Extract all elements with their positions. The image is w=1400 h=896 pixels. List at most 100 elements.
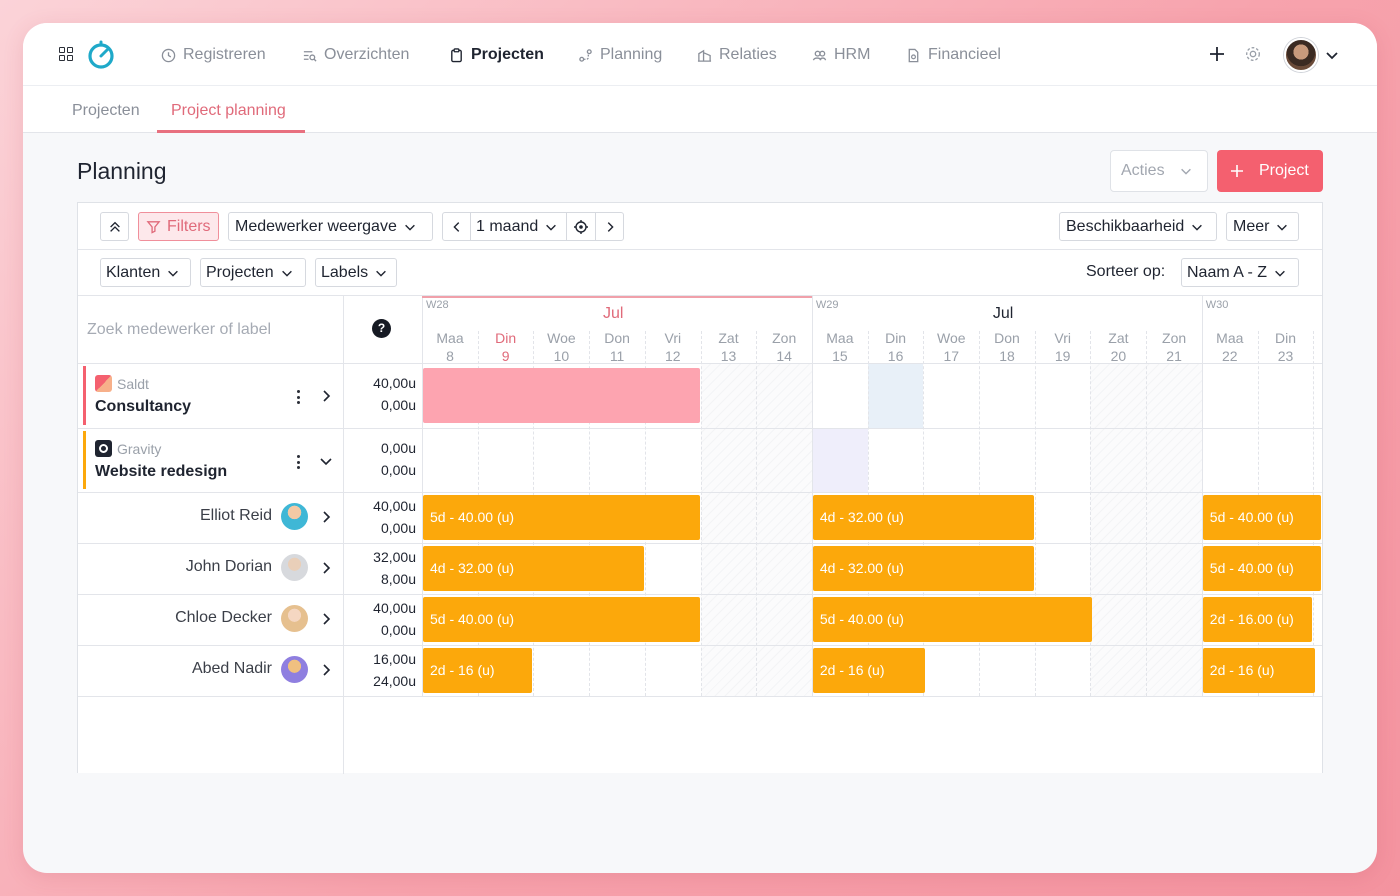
header-divider: [78, 363, 1322, 364]
klanten-filter[interactable]: Klanten: [100, 258, 191, 287]
view-select[interactable]: Medewerker weergave: [228, 212, 433, 241]
allocation-block[interactable]: 2d - 16 (u): [812, 648, 926, 693]
day-header: Don 11: [589, 329, 645, 365]
day-header: Woe 17: [923, 329, 979, 365]
projecten-label: Projecten: [206, 263, 274, 281]
nav-relaties[interactable]: Relaties: [697, 44, 777, 66]
day-header: Zon 14: [756, 329, 812, 365]
allocation-block[interactable]: 5d - 40.00 (u): [1202, 546, 1321, 591]
chevron-down-icon: [546, 224, 557, 231]
chevron-down-icon[interactable]: [318, 453, 334, 469]
sort-select[interactable]: Naam A - Z: [1181, 258, 1299, 287]
top-navigation: Registreren Overzichten Projecten Planni…: [23, 23, 1377, 86]
apps-grid-icon[interactable]: [59, 47, 74, 62]
allocation-block[interactable]: 2d - 16 (u): [1202, 648, 1315, 693]
view-select-value: Medewerker weergave: [235, 217, 397, 235]
nav-overzichten[interactable]: Overzichten: [302, 44, 409, 66]
today-button[interactable]: [567, 213, 596, 240]
allocation-block[interactable]: 5d - 40.00 (u): [423, 495, 700, 540]
project-timeline-block[interactable]: [423, 368, 700, 423]
project-name[interactable]: Website redesign: [95, 463, 227, 481]
allocation-block[interactable]: 5d - 40.00 (u): [423, 597, 700, 642]
more-options-icon[interactable]: [297, 390, 301, 407]
more-label: Meer: [1233, 217, 1270, 235]
day-header: Din 23: [1258, 329, 1314, 365]
availability-select[interactable]: Beschikbaarheid: [1059, 212, 1217, 241]
day-header: Maa 8: [422, 329, 478, 365]
add-project-label: Project: [1259, 162, 1309, 179]
nav-hrm[interactable]: HRM: [812, 44, 870, 66]
employee-name[interactable]: Chloe Decker: [92, 609, 272, 627]
allocation-block[interactable]: 2d - 16 (u): [423, 648, 533, 693]
add-project-button[interactable]: Project: [1217, 150, 1323, 192]
day-header: Din 16: [868, 329, 924, 365]
add-icon[interactable]: [1207, 44, 1227, 64]
chevron-right-icon[interactable]: [318, 388, 334, 404]
search-employee-input[interactable]: Zoek medewerker of label: [87, 321, 271, 339]
hours-planned: 32,00u: [373, 549, 416, 565]
hours-available: 24,00u: [373, 673, 416, 689]
allocation-block[interactable]: 4d - 32.00 (u): [812, 546, 1034, 591]
acties-dropdown[interactable]: Acties: [1110, 150, 1208, 192]
month-label: Jul: [602, 305, 624, 322]
month-label: Jul: [992, 305, 1014, 322]
chevron-down-icon: [168, 270, 179, 277]
klanten-label: Klanten: [106, 263, 161, 281]
week-label: W30: [1205, 299, 1229, 311]
labels-filter[interactable]: Labels: [315, 258, 397, 287]
hours-remaining: 0,00u: [380, 462, 416, 478]
employee-name[interactable]: Elliot Reid: [92, 507, 272, 525]
current-week-indicator: [422, 296, 812, 298]
row-divider: [78, 492, 1322, 493]
more-options-icon[interactable]: [297, 455, 301, 472]
day-header: Don 18: [979, 329, 1035, 365]
employee-name[interactable]: Abed Nadir: [92, 660, 272, 678]
nav-registreren[interactable]: Registreren: [161, 44, 266, 66]
allocation-block[interactable]: 5d - 40.00 (u): [812, 597, 1093, 642]
tab-projecten[interactable]: Projecten: [72, 102, 140, 120]
client-name: Gravity: [117, 441, 162, 457]
day-header: Zat 13: [701, 329, 757, 365]
hours-remaining: 0,00u: [380, 397, 416, 413]
help-icon[interactable]: ?: [372, 319, 391, 338]
more-dropdown[interactable]: Meer: [1226, 212, 1299, 241]
project-name[interactable]: Consultancy: [95, 398, 191, 416]
document-icon: [908, 48, 919, 62]
nav-financieel[interactable]: Financieel: [906, 44, 1001, 66]
nav-label: Relaties: [719, 46, 777, 63]
collapse-button[interactable]: [100, 212, 129, 241]
camera-glyph: [99, 444, 108, 453]
next-period-button[interactable]: [596, 213, 623, 240]
allocation-block[interactable]: 2d - 16.00 (u): [1202, 597, 1313, 642]
chevron-right-icon[interactable]: [318, 611, 334, 627]
nav-planning[interactable]: Planning: [578, 44, 662, 66]
chevron-right-icon[interactable]: [318, 662, 334, 678]
day-name: Don: [994, 330, 1020, 346]
employee-name[interactable]: John Dorian: [92, 558, 272, 576]
chevron-down-icon: [404, 224, 415, 231]
day-name: Maa: [826, 330, 854, 346]
planning-icon: [579, 48, 592, 62]
nav-projecten[interactable]: Projecten: [449, 44, 544, 66]
chevron-down-icon[interactable]: [1324, 47, 1340, 63]
project-accent-bar: [83, 366, 86, 425]
row-divider: [78, 696, 1322, 697]
projecten-filter[interactable]: Projecten: [200, 258, 306, 287]
previous-period-button[interactable]: [443, 213, 471, 240]
chevron-right-icon[interactable]: [318, 509, 334, 525]
gear-icon[interactable]: [1244, 45, 1262, 63]
allocation-block[interactable]: 4d - 32.00 (u): [423, 546, 644, 591]
chevron-down-icon: [376, 270, 387, 277]
user-avatar[interactable]: [1284, 38, 1318, 72]
filters-button[interactable]: Filters: [138, 212, 219, 241]
logo-icon[interactable]: [86, 40, 116, 70]
chevron-right-icon[interactable]: [318, 560, 334, 576]
planning-panel: Filters Medewerker weergave 1 maand Besc…: [77, 202, 1323, 774]
allocation-block[interactable]: 4d - 32.00 (u): [812, 495, 1034, 540]
period-select[interactable]: 1 maand: [471, 213, 567, 240]
chevrons-up-icon: [109, 221, 120, 232]
allocation-block[interactable]: 5d - 40.00 (u): [1202, 495, 1321, 540]
page-title: Planning: [77, 158, 167, 184]
tab-project-planning[interactable]: Project planning: [171, 102, 286, 120]
hours-available: 0,00u: [380, 622, 416, 638]
